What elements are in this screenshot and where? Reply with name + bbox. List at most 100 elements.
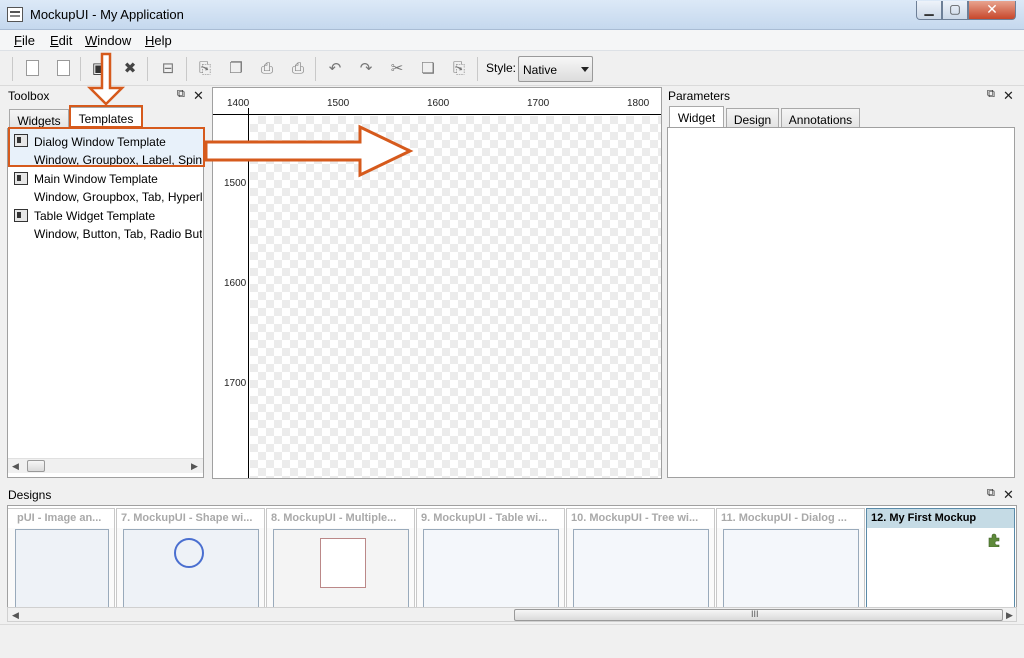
print-icon: ⎙ bbox=[291, 59, 304, 77]
canvas-background[interactable] bbox=[250, 116, 661, 478]
design-thumbnail[interactable]: 11. MockupUI - Dialog ... bbox=[716, 508, 865, 607]
design-thumbnail[interactable]: 7. MockupUI - Shape wi... bbox=[116, 508, 265, 607]
highlight-templates-tab bbox=[69, 105, 143, 128]
minimize-icon: ▁ bbox=[924, 2, 934, 16]
clipboard-button[interactable]: ⎘ bbox=[194, 57, 216, 79]
style-select[interactable]: Native bbox=[518, 56, 593, 82]
template-desc: Window, Button, Tab, Radio Buttor bbox=[34, 227, 202, 241]
design-preview bbox=[273, 529, 409, 607]
print-button[interactable]: ⎙ bbox=[287, 57, 309, 79]
open-button[interactable] bbox=[52, 57, 74, 79]
undo-button[interactable]: ↶ bbox=[324, 57, 346, 79]
designs-scrollbar[interactable]: ◀ III ▶ bbox=[7, 607, 1017, 622]
design-preview bbox=[723, 529, 859, 607]
style-select-value: Native bbox=[523, 63, 558, 77]
window-title: MockupUI - My Application bbox=[30, 7, 184, 22]
save-button[interactable]: ▣ bbox=[88, 57, 110, 79]
design-thumbnail[interactable]: 10. MockupUI - Tree wi... bbox=[566, 508, 715, 607]
parameters-title: Parameters bbox=[668, 89, 731, 103]
scroll-left-icon[interactable]: ◀ bbox=[12, 610, 19, 621]
ruler-label: 1400 bbox=[227, 98, 250, 109]
float-icon[interactable]: ⧉ bbox=[987, 487, 995, 500]
design-thumbnail[interactable]: pUI - Image an... bbox=[8, 508, 115, 607]
images-icon: ❐ bbox=[229, 60, 243, 77]
design-preview bbox=[573, 529, 709, 607]
menu-edit[interactable]: Edit bbox=[50, 33, 72, 48]
paste-icon: ⎘ bbox=[452, 59, 465, 77]
float-icon[interactable]: ⧉ bbox=[177, 88, 185, 101]
float-icon[interactable]: ⧉ bbox=[987, 88, 995, 101]
copy-icon: ❏ bbox=[421, 60, 435, 77]
toolbar: ▣ ✖ ⊟ ⎘ ❐ ⎙ ⎙ ↶ ↷ ✂ ❏ ⎘ Style: Native bbox=[0, 51, 1024, 86]
design-canvas[interactable]: 1400 1500 1600 1700 1800 1500 1600 1700 bbox=[212, 87, 662, 479]
design-title: 12. My First Mockup bbox=[867, 509, 1014, 528]
images-button[interactable]: ❐ bbox=[225, 57, 247, 79]
ruler-vertical: 1500 1600 1700 bbox=[213, 115, 249, 478]
ruler-label: 1600 bbox=[427, 98, 450, 109]
app-icon bbox=[7, 7, 23, 22]
design-title: 11. MockupUI - Dialog ... bbox=[717, 509, 864, 528]
cut-button[interactable]: ✂ bbox=[386, 57, 408, 79]
copy-document-icon bbox=[56, 60, 70, 76]
redo-icon: ↷ bbox=[359, 60, 373, 77]
template-name[interactable]: Table Widget Template bbox=[34, 209, 155, 223]
design-preview bbox=[123, 529, 259, 607]
ruler-label: 1500 bbox=[327, 98, 350, 109]
undo-icon: ↶ bbox=[328, 60, 342, 77]
title-bar: MockupUI - My Application ▁ ▢ ✕ bbox=[0, 0, 1024, 30]
ruler-horizontal: 1400 1500 1600 1700 1800 bbox=[213, 88, 661, 115]
template-name[interactable]: Main Window Template bbox=[34, 172, 158, 186]
template-desc: Window, Groupbox, Tab, Hyperlink bbox=[34, 190, 202, 204]
save-icon: ▣ bbox=[91, 60, 107, 77]
menu-bar: File Edit Window Help bbox=[0, 30, 1024, 51]
design-preview bbox=[423, 529, 559, 607]
paste-button[interactable]: ⎘ bbox=[448, 57, 470, 79]
export-button[interactable]: ⊟ bbox=[157, 57, 179, 79]
toolbox-scrollbar[interactable]: ◀ ▶ bbox=[8, 458, 203, 473]
menu-help[interactable]: Help bbox=[145, 33, 172, 48]
toolbar-separator bbox=[315, 57, 316, 81]
close-icon[interactable]: ✕ bbox=[1003, 487, 1014, 503]
highlight-dialog-template bbox=[8, 127, 205, 167]
ruler-label: 1500 bbox=[224, 178, 247, 189]
design-title: 9. MockupUI - Table wi... bbox=[417, 509, 564, 528]
shape-circle bbox=[174, 538, 204, 568]
close-icon[interactable]: ✕ bbox=[1003, 88, 1014, 104]
toolbox-panel: Dialog Window Template Window, Groupbox,… bbox=[7, 128, 204, 478]
scroll-left-icon[interactable]: ◀ bbox=[12, 461, 19, 472]
design-thumbnail-current[interactable]: 12. My First Mockup bbox=[866, 508, 1015, 607]
design-thumbnail[interactable]: 8. MockupUI - Multiple... bbox=[266, 508, 415, 607]
maximize-button[interactable]: ▢ bbox=[942, 1, 968, 20]
toolbox-title: Toolbox bbox=[8, 89, 50, 103]
design-preview bbox=[15, 529, 109, 607]
menu-file[interactable]: File bbox=[14, 33, 35, 48]
new-document-icon bbox=[25, 60, 39, 76]
export-image-button[interactable]: ⎙ bbox=[256, 57, 278, 79]
designs-title: Designs bbox=[8, 488, 52, 502]
scroll-right-icon[interactable]: ▶ bbox=[191, 461, 198, 472]
export-icon: ⊟ bbox=[161, 60, 175, 77]
template-icon bbox=[14, 209, 28, 222]
toolbar-separator bbox=[186, 57, 187, 81]
template-icon bbox=[14, 172, 28, 185]
chevron-down-icon bbox=[581, 67, 589, 72]
calendar-popup bbox=[320, 538, 366, 588]
ruler-label: 1700 bbox=[527, 98, 550, 109]
design-title: 10. MockupUI - Tree wi... bbox=[567, 509, 714, 528]
close-document-button[interactable]: ✖ bbox=[119, 57, 141, 79]
ruler-label: 1600 bbox=[224, 278, 247, 289]
minimize-button[interactable]: ▁ bbox=[916, 1, 942, 20]
toolbar-grip bbox=[12, 57, 13, 81]
close-icon: ✕ bbox=[986, 1, 998, 17]
close-button[interactable]: ✕ bbox=[968, 1, 1016, 20]
scroll-thumb[interactable]: III bbox=[514, 609, 1003, 621]
close-icon[interactable]: ✕ bbox=[193, 88, 204, 104]
scroll-right-icon[interactable]: ▶ bbox=[1006, 610, 1013, 621]
design-thumbnail[interactable]: 9. MockupUI - Table wi... bbox=[416, 508, 565, 607]
redo-button[interactable]: ↷ bbox=[355, 57, 377, 79]
new-button[interactable] bbox=[21, 57, 43, 79]
scroll-thumb[interactable] bbox=[27, 460, 45, 472]
menu-window[interactable]: Window bbox=[85, 33, 131, 48]
clipboard-icon: ⎘ bbox=[198, 59, 211, 77]
copy-button[interactable]: ❏ bbox=[417, 57, 439, 79]
